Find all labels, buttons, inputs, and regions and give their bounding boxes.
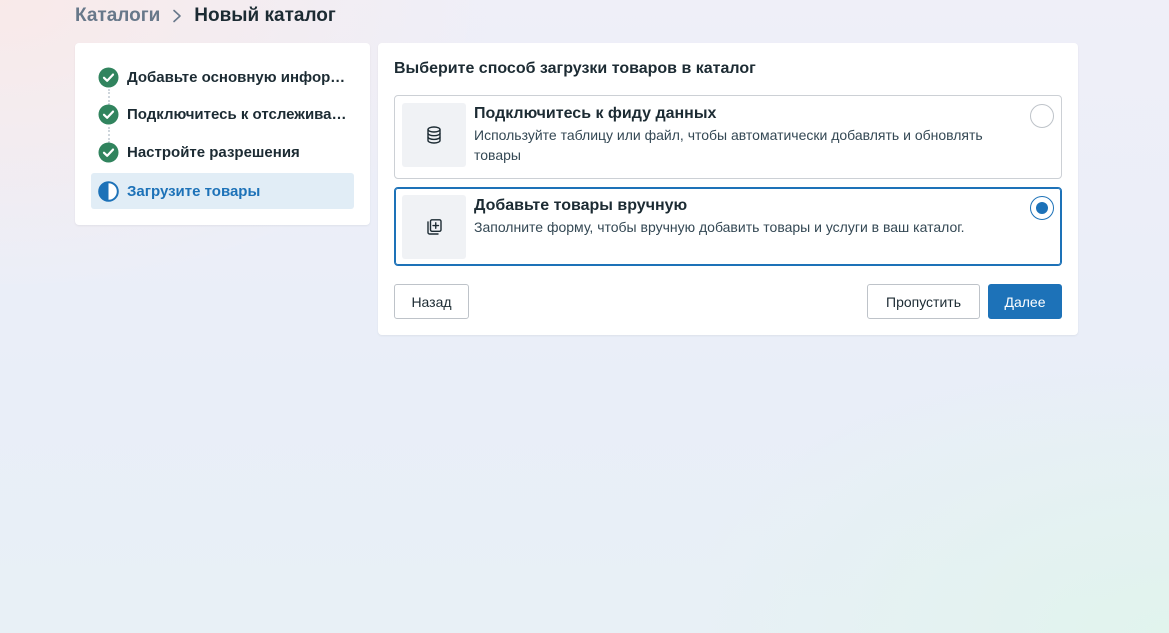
add-item-icon [402,195,466,259]
database-icon [402,103,466,167]
option-manual-entry[interactable]: Добавьте товары вручную Заполните форму,… [394,187,1062,266]
chevron-right-icon [170,9,184,23]
step-label: Подключитесь к отслеживанию [127,105,352,123]
step-basic-info[interactable]: Добавьте основную информацию [91,59,354,95]
option-title: Добавьте товары вручную [474,197,688,214]
radio-manual-entry[interactable] [1030,196,1054,220]
step-tracking[interactable]: Подключитесь к отслеживанию [91,96,354,132]
upload-method-panel: Выберите способ загрузки товаров в катал… [378,43,1078,335]
breadcrumb-catalogs-link[interactable]: Каталоги [75,5,160,27]
next-button[interactable]: Далее [988,284,1062,319]
page-title: Новый каталог [194,5,336,26]
step-label: Загрузите товары [127,182,261,200]
step-upload-products[interactable]: Загрузите товары [91,173,354,209]
half-circle-icon [98,180,119,202]
back-button[interactable]: Назад [394,284,469,319]
radio-data-feed[interactable] [1030,104,1054,128]
step-label: Добавьте основную информацию [127,68,352,86]
check-circle-icon [98,67,119,88]
option-title: Подключитесь к фиду данных [474,105,717,122]
option-data-feed[interactable]: Подключитесь к фиду данных Используйте т… [394,95,1062,179]
breadcrumb: Каталоги Новый каталог [75,4,336,28]
option-description: Используйте таблицу или файл, чтобы авто… [474,127,983,163]
skip-button[interactable]: Пропустить [867,284,980,319]
check-circle-icon [98,142,119,163]
step-permissions[interactable]: Настройте разрешения [91,134,354,170]
check-circle-icon [98,104,119,125]
option-description: Заполните форму, чтобы вручную добавить … [474,219,965,235]
step-label: Настройте разрешения [127,143,300,161]
panel-title: Выберите способ загрузки товаров в катал… [394,60,756,77]
steps-panel: Добавьте основную информацию Подключитес… [75,43,370,225]
